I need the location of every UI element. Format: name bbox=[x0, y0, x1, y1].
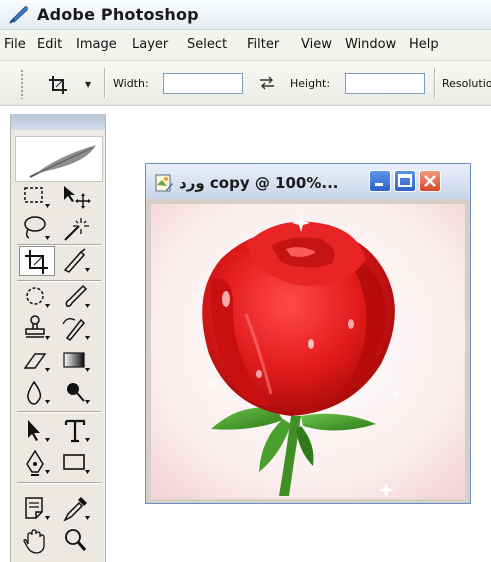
dodge-tool[interactable] bbox=[59, 378, 95, 408]
eraser-tool-icon bbox=[23, 353, 50, 372]
shape-tool-icon bbox=[63, 454, 90, 474]
width-label: Width: bbox=[113, 77, 149, 90]
document-window: ورد copy @ 100%... bbox=[145, 163, 471, 504]
pen-tool[interactable] bbox=[19, 448, 55, 478]
app-titlebar: Adobe Photoshop bbox=[0, 0, 491, 30]
blur-tool[interactable] bbox=[19, 378, 55, 408]
menu-window[interactable]: Window bbox=[345, 37, 396, 52]
move-tool[interactable] bbox=[59, 182, 95, 212]
menu-file[interactable]: File bbox=[4, 37, 26, 52]
clone-stamp-tool[interactable] bbox=[19, 314, 55, 344]
brush-tool-icon bbox=[65, 284, 90, 308]
toolbox-separator bbox=[17, 482, 101, 483]
slice-tool-icon bbox=[63, 248, 90, 273]
menu-filter[interactable]: Filter bbox=[247, 37, 279, 52]
notes-tool[interactable] bbox=[19, 494, 55, 524]
options-separator bbox=[434, 68, 435, 98]
lasso-tool[interactable] bbox=[19, 214, 55, 244]
toolbox-separator bbox=[17, 244, 101, 245]
height-label: Height: bbox=[290, 77, 331, 90]
image-canvas[interactable] bbox=[151, 204, 465, 499]
maximize-icon bbox=[398, 174, 412, 187]
shape-tool[interactable] bbox=[59, 448, 95, 478]
options-separator bbox=[104, 68, 105, 98]
toolbox-separator bbox=[17, 280, 101, 281]
blur-tool-icon bbox=[27, 380, 50, 405]
zoom-tool[interactable] bbox=[59, 526, 95, 556]
maximize-button[interactable] bbox=[394, 170, 416, 192]
type-tool-icon bbox=[64, 419, 90, 443]
path-selection-tool[interactable] bbox=[19, 416, 55, 446]
marquee-tool-icon bbox=[24, 187, 50, 208]
eyedropper-tool-icon bbox=[63, 497, 90, 522]
toolbox-separator bbox=[17, 411, 101, 412]
move-tool-icon bbox=[64, 186, 91, 209]
dodge-tool-icon bbox=[67, 383, 90, 404]
zoom-tool-icon bbox=[65, 529, 87, 551]
crop-tool-icon[interactable] bbox=[48, 75, 68, 95]
close-icon bbox=[424, 175, 436, 187]
menu-help[interactable]: Help bbox=[409, 37, 439, 52]
notes-tool-icon bbox=[25, 497, 50, 520]
slice-tool[interactable] bbox=[59, 246, 95, 276]
width-input[interactable] bbox=[163, 73, 243, 94]
toolbox bbox=[10, 114, 106, 562]
path-selection-tool-icon bbox=[28, 420, 50, 442]
menu-edit[interactable]: Edit bbox=[37, 37, 62, 52]
menu-layer[interactable]: Layer bbox=[132, 37, 168, 52]
type-tool[interactable] bbox=[59, 416, 95, 446]
healing-brush-tool-icon bbox=[26, 287, 50, 308]
gradient-tool-icon bbox=[63, 352, 90, 372]
tool-preset-dropdown-arrow[interactable]: ▼ bbox=[85, 80, 91, 89]
lasso-tool-icon bbox=[24, 216, 50, 240]
brush-tool[interactable] bbox=[59, 282, 95, 312]
options-bar-grip[interactable] bbox=[20, 69, 24, 99]
magic-wand-tool[interactable] bbox=[59, 214, 95, 244]
gradient-tool[interactable] bbox=[59, 346, 95, 376]
crop-tool-icon bbox=[25, 250, 48, 274]
marquee-tool[interactable] bbox=[19, 182, 55, 212]
height-input[interactable] bbox=[345, 73, 425, 94]
options-bar: ▼ Width: Height: Resolution bbox=[0, 61, 491, 106]
toolbox-titlebar[interactable] bbox=[11, 114, 105, 130]
eyedropper-tool[interactable] bbox=[59, 494, 95, 524]
history-brush-tool[interactable] bbox=[59, 314, 95, 344]
minimize-button[interactable] bbox=[369, 170, 391, 192]
feather-logo-icon bbox=[29, 145, 96, 178]
menu-select[interactable]: Select bbox=[187, 37, 227, 52]
photoshop-logo-button[interactable] bbox=[15, 136, 103, 182]
resolution-label: Resolution bbox=[442, 77, 491, 90]
hand-tool-icon bbox=[23, 529, 45, 554]
document-titlebar[interactable]: ورد copy @ 100%... bbox=[146, 164, 470, 199]
pen-tool-icon bbox=[26, 449, 50, 476]
photoshop-feather-icon bbox=[9, 6, 28, 24]
history-brush-tool-icon bbox=[62, 318, 90, 342]
swap-dimensions-icon[interactable] bbox=[258, 76, 276, 90]
menubar: File Edit Image Layer Select Filter View… bbox=[0, 30, 491, 61]
close-button[interactable] bbox=[419, 170, 441, 192]
eraser-tool[interactable] bbox=[19, 346, 55, 376]
app-title: Adobe Photoshop bbox=[37, 5, 199, 24]
document-icon bbox=[155, 174, 173, 192]
menu-image[interactable]: Image bbox=[76, 37, 117, 52]
healing-brush-tool[interactable] bbox=[19, 282, 55, 312]
crop-tool[interactable] bbox=[19, 246, 55, 276]
document-title: ورد copy @ 100%... bbox=[179, 174, 339, 192]
minimize-icon bbox=[375, 183, 383, 186]
menu-view[interactable]: View bbox=[301, 37, 332, 52]
magic-wand-tool-icon bbox=[64, 218, 89, 241]
clone-stamp-tool-icon bbox=[25, 315, 50, 340]
hand-tool[interactable] bbox=[19, 526, 55, 556]
rose-image bbox=[151, 204, 465, 499]
